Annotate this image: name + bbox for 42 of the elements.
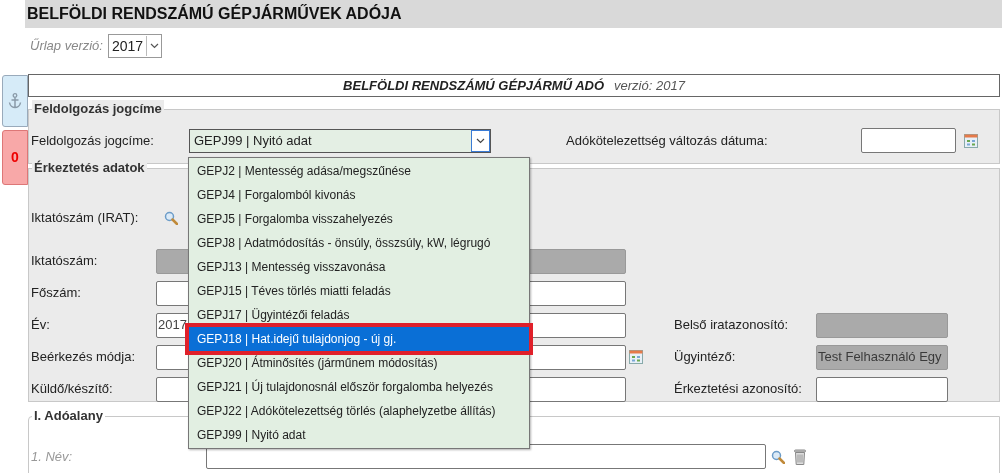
field-label: Küldő/készítő: — [31, 380, 114, 399]
trash-icon[interactable] — [794, 448, 806, 465]
chevron-down-icon — [149, 43, 159, 49]
field-label: Főszám: — [31, 284, 82, 303]
calendar-icon[interactable] — [629, 350, 643, 364]
field-label: 1. Név: — [31, 447, 74, 466]
field-label: Ügyintéző: — [674, 348, 737, 367]
dropdown-option[interactable]: GEPJ4 | Forgalomból kivonás — [189, 183, 529, 207]
dropdown-option[interactable]: GEPJ5 | Forgalomba visszahelyezés — [189, 207, 529, 231]
search-icon[interactable] — [771, 449, 785, 464]
page-title: BELFÖLDI RENDSZÁMÚ GÉPJÁRMŰVEK ADÓJA — [25, 0, 1002, 28]
field-label: Érkeztetési azonosító: — [674, 380, 803, 399]
anchor-tab[interactable] — [2, 75, 28, 127]
version-select[interactable]: 2017 — [107, 34, 163, 58]
dropdown-option[interactable]: GEPJ13 | Mentesség visszavonása — [189, 255, 529, 279]
field-label: Iktatószám: — [31, 252, 99, 271]
dropdown-option[interactable]: GEPJ2 | Mentesség adása/megszűnése — [189, 159, 529, 183]
field-label: Iktatószám (IRAT): — [31, 209, 140, 228]
dropdown-option[interactable]: GEPJ15 | Téves törlés miatti feladás — [189, 279, 529, 303]
anchor-icon — [8, 93, 22, 109]
dropdown-option[interactable]: GEPJ99 | Nyitó adat — [189, 423, 529, 447]
field-label: Beérkezés módja: — [31, 348, 137, 367]
dropdown-option[interactable]: GEPJ21 | Új tulajdonosnál először forgalomba helyezés — [189, 375, 529, 399]
dropdown-option[interactable]: GEPJ22 | Adókötelezettség törlés (alaphelyzetbe állítás) — [189, 399, 529, 423]
text-field: Test Felhasználó Egy — [816, 344, 948, 370]
section-legend: Feldolgozás jogcíme — [32, 100, 164, 118]
date-field[interactable] — [861, 128, 956, 153]
dropdown-option[interactable]: GEPJ20 | Átminősítés (járműnem módosítás) — [189, 351, 529, 375]
version-text: verzió: 2017 — [614, 76, 685, 95]
field-label: Feldolgozás jogcíme: — [31, 131, 155, 150]
form-heading: BELFÖLDI RENDSZÁMÚ GÉPJÁRMŰ ADÓ — [343, 76, 605, 95]
field-label: Adókötelezettség változás dátuma: — [566, 131, 769, 150]
chevron-down-icon — [476, 137, 485, 144]
dropdown-option[interactable]: GEPJ8 | Adatmódosítás - önsúly, összsúly, kW, légrugó — [189, 231, 529, 255]
calendar-icon[interactable] — [964, 133, 978, 148]
search-icon[interactable] — [164, 211, 178, 225]
field-label: Év: — [31, 316, 51, 335]
dropdown-option[interactable]: GEPJ17 | Ügyintézői feladás — [189, 303, 529, 327]
code-select[interactable]: GEPJ99 | Nyitó adat — [189, 128, 491, 153]
form-version-label: Űrlap verzió: — [30, 37, 103, 56]
field-label: Belső iratazonosító: — [674, 316, 790, 335]
text-field[interactable] — [816, 376, 948, 402]
